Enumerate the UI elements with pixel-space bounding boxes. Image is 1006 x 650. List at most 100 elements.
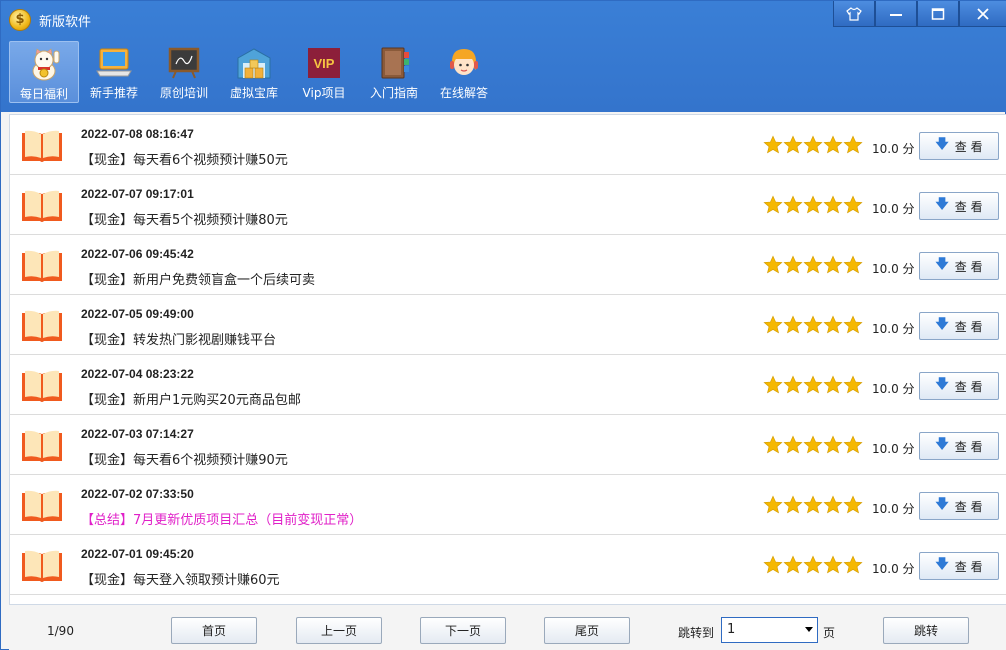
item-title[interactable]: 【现金】每天看6个视频预计赚50元 xyxy=(81,149,288,168)
nav-item-online-answers[interactable]: 在线解答 xyxy=(429,41,499,103)
list-item[interactable]: 2022-07-08 08:16:47 【现金】每天看6个视频预计赚50元 10.0… xyxy=(10,115,1006,175)
jump-button[interactable]: 跳转 xyxy=(883,617,969,644)
star-icon xyxy=(783,135,803,154)
view-button[interactable]: 🡇 查 看 xyxy=(919,132,999,160)
star-icon xyxy=(763,555,783,574)
star-icon xyxy=(803,435,823,454)
minimize-button[interactable] xyxy=(875,1,917,27)
item-score: 10.0 分 xyxy=(872,382,915,396)
item-date: 2022-07-08 08:16:47 xyxy=(81,127,194,141)
item-date: 2022-07-03 07:14:27 xyxy=(81,427,194,441)
item-date: 2022-07-01 09:45:20 xyxy=(81,547,194,561)
jump-page-select[interactable]: 1 xyxy=(721,617,818,643)
last-page-button[interactable]: 尾页 xyxy=(544,617,630,644)
shirt-icon xyxy=(846,6,862,21)
item-score: 10.0 分 xyxy=(872,562,915,576)
nav-item-daily-welfare[interactable]: 每日福利 xyxy=(9,41,79,103)
star-icon xyxy=(803,375,823,394)
list-item[interactable]: 2022-07-02 07:33:50 【总结】7月更新优质项目汇总（目前变现正常… xyxy=(10,475,1006,535)
view-button[interactable]: 🡇 查 看 xyxy=(919,552,999,580)
nav-label: 虚拟宝库 xyxy=(229,86,278,100)
view-button[interactable]: 🡇 查 看 xyxy=(919,432,999,460)
star-icon xyxy=(823,495,843,514)
nav-label: 入门指南 xyxy=(369,86,418,100)
rating-stars xyxy=(763,255,863,275)
nav-item-getting-started[interactable]: 入门指南 xyxy=(359,41,429,103)
close-icon xyxy=(977,7,989,20)
item-list: 2022-07-08 08:16:47 【现金】每天看6个视频预计赚50元 10.0… xyxy=(9,114,1006,604)
download-arrow-icon: 🡇 xyxy=(935,557,949,572)
download-arrow-icon: 🡇 xyxy=(935,317,949,332)
prev-page-button[interactable]: 上一页 xyxy=(296,617,382,644)
next-page-button[interactable]: 下一页 xyxy=(420,617,506,644)
nav-item-original-training[interactable]: 原创培训 xyxy=(149,41,219,103)
view-button[interactable]: 🡇 查 看 xyxy=(919,252,999,280)
open-book-icon xyxy=(22,310,62,342)
item-score: 10.0 分 xyxy=(872,202,915,216)
star-icon xyxy=(783,435,803,454)
rating-stars xyxy=(763,195,863,215)
star-icon xyxy=(823,375,843,394)
star-icon xyxy=(763,435,783,454)
nav-label: Vip项目 xyxy=(302,86,346,100)
nav-label: 每日福利 xyxy=(19,87,68,101)
view-button[interactable]: 🡇 查 看 xyxy=(919,492,999,520)
maximize-button[interactable] xyxy=(917,1,959,27)
view-button[interactable]: 🡇 查 看 xyxy=(919,312,999,340)
item-score: 10.0 分 xyxy=(872,142,915,156)
download-arrow-icon: 🡇 xyxy=(935,377,949,392)
list-item[interactable]: 2022-07-06 09:45:42 【现金】新用户免费领盲盒一个后续可卖 10.… xyxy=(10,235,1006,295)
download-arrow-icon: 🡇 xyxy=(935,437,949,452)
item-title[interactable]: 【现金】每天看5个视频预计赚80元 xyxy=(81,209,288,228)
nav-item-virtual-vault[interactable]: 虚拟宝库 xyxy=(219,41,289,103)
app-window: $ 新版软件 每日福利 新手推荐 原创培训 虚拟宝库 VIP Vip项目 入门指… xyxy=(0,0,1006,650)
item-title[interactable]: 【总结】7月更新优质项目汇总（目前变现正常） xyxy=(81,509,362,528)
download-arrow-icon: 🡇 xyxy=(935,137,949,152)
star-icon xyxy=(803,255,823,274)
vip-icon: VIP xyxy=(306,46,342,80)
skin-button[interactable] xyxy=(833,1,875,27)
star-icon xyxy=(783,495,803,514)
star-icon xyxy=(763,135,783,154)
jump-page-value: 1 xyxy=(727,622,736,637)
item-score: 10.0 分 xyxy=(872,322,915,336)
dropdown-arrow-icon xyxy=(805,627,813,632)
star-icon xyxy=(823,315,843,334)
item-date: 2022-07-06 09:45:42 xyxy=(81,247,194,261)
star-icon xyxy=(803,195,823,214)
nav-item-beginner-picks[interactable]: 新手推荐 xyxy=(79,41,149,103)
star-icon xyxy=(763,495,783,514)
title-bar: $ 新版软件 每日福利 新手推荐 原创培训 虚拟宝库 VIP Vip项目 入门指… xyxy=(1,1,1006,112)
view-button[interactable]: 🡇 查 看 xyxy=(919,372,999,400)
item-title[interactable]: 【现金】转发热门影视剧赚钱平台 xyxy=(81,329,276,348)
star-icon xyxy=(763,315,783,334)
item-title[interactable]: 【现金】每天看6个视频预计赚90元 xyxy=(81,449,288,468)
list-item[interactable]: 2022-07-07 09:17:01 【现金】每天看5个视频预计赚80元 10.0… xyxy=(10,175,1006,235)
view-button-label: 查 看 xyxy=(954,319,983,334)
list-item[interactable]: 2022-07-04 08:23:22 【现金】新用户1元购买20元商品包邮 10.… xyxy=(10,355,1006,415)
rating-stars xyxy=(763,435,863,455)
list-item[interactable]: 2022-07-03 07:14:27 【现金】每天看6个视频预计赚90元 10.0… xyxy=(10,415,1006,475)
star-icon xyxy=(823,135,843,154)
maximize-icon xyxy=(931,7,945,20)
close-button[interactable] xyxy=(959,1,1006,27)
window-title: 新版软件 xyxy=(39,15,92,30)
star-icon xyxy=(783,555,803,574)
star-icon xyxy=(843,195,863,214)
nav-item-vip-projects[interactable]: VIP Vip项目 xyxy=(289,41,359,103)
open-book-icon xyxy=(22,190,62,222)
item-title[interactable]: 【现金】新用户1元购买20元商品包邮 xyxy=(81,389,301,408)
warehouse-icon xyxy=(236,46,272,80)
item-title[interactable]: 【现金】每天登入领取预计赚60元 xyxy=(81,569,280,588)
first-page-button[interactable]: 首页 xyxy=(171,617,257,644)
view-button[interactable]: 🡇 查 看 xyxy=(919,192,999,220)
view-button-label: 查 看 xyxy=(954,199,983,214)
rating-stars xyxy=(763,555,863,575)
star-icon xyxy=(823,435,843,454)
star-icon xyxy=(763,375,783,394)
list-item[interactable]: 2022-07-05 09:49:00 【现金】转发热门影视剧赚钱平台 10.0 分… xyxy=(10,295,1006,355)
rating-stars xyxy=(763,135,863,155)
item-title[interactable]: 【现金】新用户免费领盲盒一个后续可卖 xyxy=(81,269,315,288)
laptop-icon xyxy=(96,46,132,80)
list-item[interactable]: 2022-07-01 09:45:20 【现金】每天登入领取预计赚60元 10.0 … xyxy=(10,535,1006,595)
